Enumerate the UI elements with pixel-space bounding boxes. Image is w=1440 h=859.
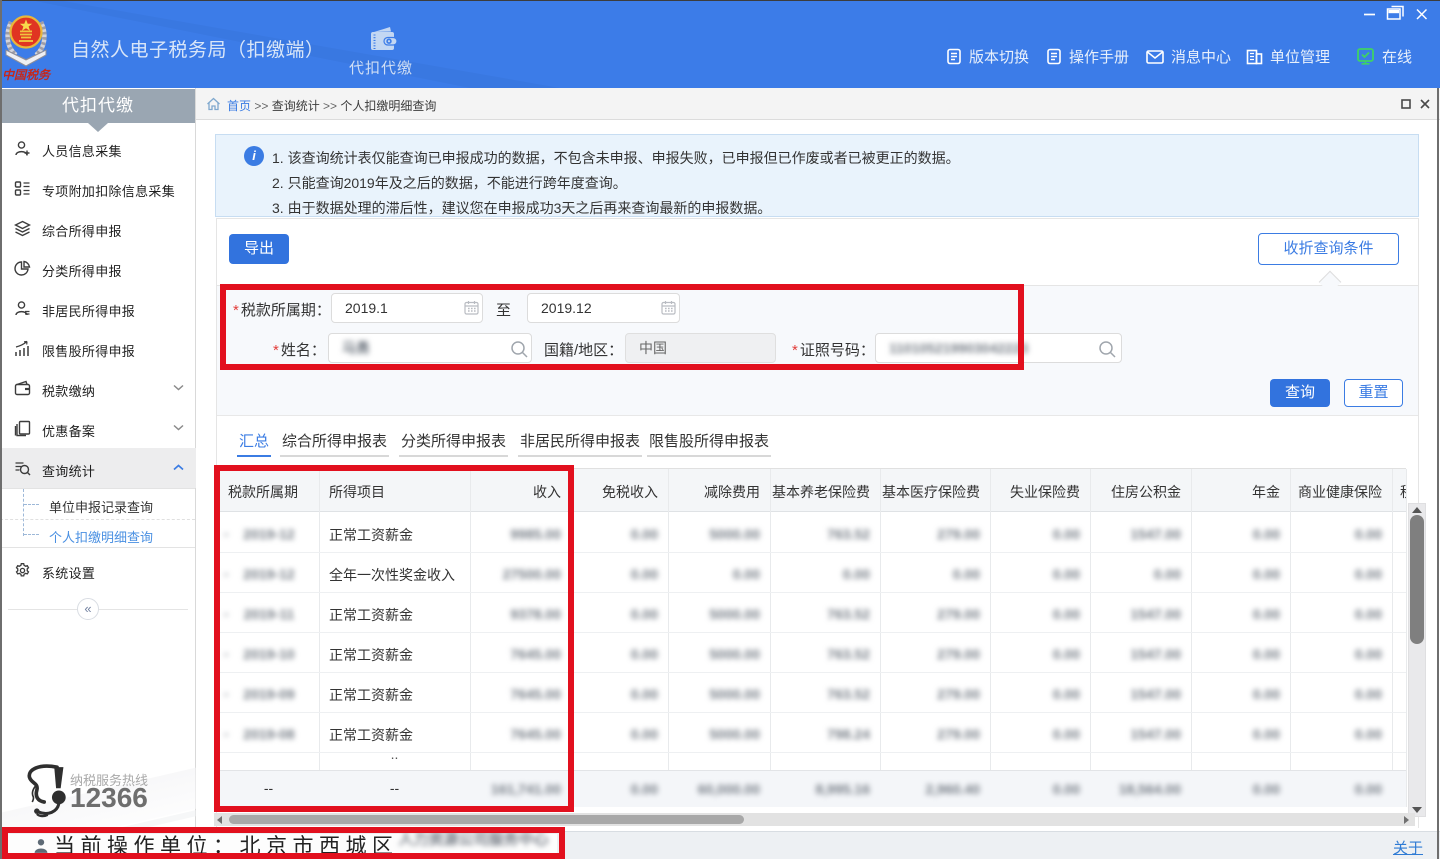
svg-text:中国税务: 中国税务 <box>4 68 52 82</box>
